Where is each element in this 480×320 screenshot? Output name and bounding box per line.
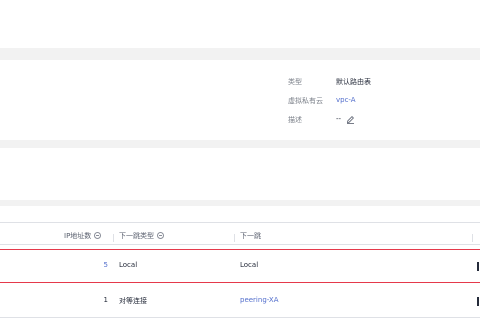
column-separator[interactable] [113,234,114,242]
sort-icon[interactable] [157,232,164,239]
column-header-next-hop-type[interactable]: 下一跳类型 [119,231,164,241]
type-value: 默认路由表 [336,78,371,86]
table-top-border [0,222,480,223]
sort-icon[interactable] [94,232,102,239]
column-separator[interactable] [472,234,473,242]
vpc-link[interactable]: vpc-A [336,96,356,104]
row-highlight-box [0,249,480,283]
next-hop-type-cell: 对等连接 [119,297,147,305]
header-bottom-border [0,244,480,245]
next-hop-link[interactable]: peering-XA [240,296,279,304]
top-panel [0,0,480,48]
column-header-next-hop: 下一跳 [240,232,261,240]
column-header-ip-count[interactable]: IP地址数 [64,231,102,241]
blank-panel [0,148,480,200]
ip-count-cell: 1 [103,296,108,304]
column-header-ip-count-label: IP地址数 [64,232,92,240]
row-edge-marker [477,297,479,306]
description-value: -- [336,115,342,123]
column-header-next-hop-type-label: 下一跳类型 [119,232,154,240]
row-bottom-border [0,317,480,318]
type-label: 类型 [288,78,302,86]
column-separator[interactable] [234,234,235,242]
route-table-details-panel [0,60,480,140]
vpc-label: 虚拟私有云 [288,97,323,105]
pencil-icon[interactable] [346,115,355,124]
description-label: 描述 [288,116,302,124]
